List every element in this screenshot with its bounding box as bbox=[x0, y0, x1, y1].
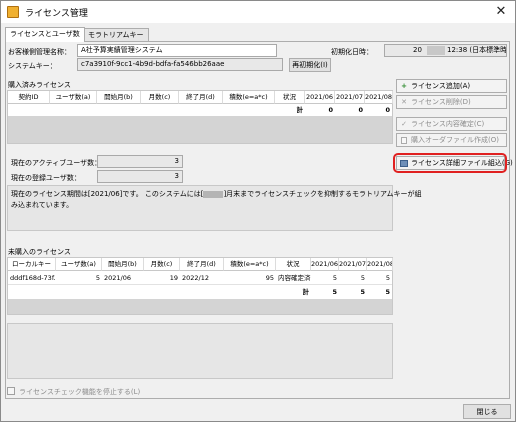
confirm-license-button[interactable]: ✓ ライセンス内容確定(C) bbox=[396, 117, 507, 131]
create-order-file-button[interactable]: 購入オーダファイル作成(O) bbox=[396, 133, 507, 147]
add-license-label: ライセンス追加(A) bbox=[411, 82, 471, 90]
total-label: 計 bbox=[302, 288, 310, 296]
cell-users: 5 bbox=[95, 274, 100, 282]
system-key-label: システムキー： bbox=[8, 62, 57, 70]
grid-header: 終了月(d) bbox=[180, 258, 224, 271]
unpurchased-license-grid[interactable]: ローカルキー ユーザ数(a) 開始月(b) 月数(c) 終了月(d) 積数(e=… bbox=[7, 257, 393, 315]
active-users-field: 3 bbox=[97, 155, 183, 168]
total-cell: 5 bbox=[360, 288, 365, 296]
window-title: ライセンス管理 bbox=[25, 9, 88, 19]
add-license-button[interactable]: + ライセンス追加(A) bbox=[396, 79, 507, 93]
purchased-license-grid[interactable]: 契約ID ユーザ数(a) 開始月(b) 月数(c) 終了月(d) 積数(e=a*… bbox=[7, 90, 393, 144]
grid-header: 開始月(b) bbox=[102, 258, 144, 271]
init-date-field: 20 12:38 (日本標準時) bbox=[384, 44, 507, 57]
delete-license-button[interactable]: ✕ ライセンス削除(D) bbox=[396, 95, 507, 109]
unpurchased-section-label: 未購入のライセンス bbox=[8, 248, 71, 256]
registered-users-label: 現在の登録ユーザ数： bbox=[11, 174, 81, 182]
info-line1-after: ]月末までライセンスチェックを抑制するモラトリアムキーが組 bbox=[223, 190, 422, 198]
grid-header: ユーザ数(a) bbox=[56, 258, 102, 271]
stop-license-check-checkbox[interactable] bbox=[7, 387, 15, 395]
create-order-file-label: 購入オーダファイル作成(O) bbox=[411, 136, 499, 144]
grid-header: 状況 bbox=[276, 258, 311, 271]
grid-header: 2021/08 bbox=[365, 91, 393, 104]
total-row: 計 5 5 5 bbox=[8, 285, 392, 299]
grid-header: 積数(e=a*c) bbox=[224, 258, 276, 271]
grid-header: 月数(c) bbox=[141, 91, 179, 104]
info-text-line1: 現在のライセンス期間は[2021/06]です。 このシステムには[ ]月末までライ… bbox=[11, 189, 422, 199]
cell-month: 5 bbox=[332, 274, 337, 282]
total-cell: 0 bbox=[358, 106, 363, 114]
redacted-block bbox=[203, 190, 224, 198]
info-text-area: 現在のライセンス期間は[2021/06]です。 このシステムには[ ]月末までライ… bbox=[7, 185, 422, 231]
customer-name-label: お客様側管理名称： bbox=[8, 48, 71, 56]
tab-moratorium-key[interactable]: モラトリアムキー bbox=[83, 28, 149, 42]
grid-header: 2021/07 bbox=[335, 91, 365, 104]
cell-months: 19 bbox=[169, 274, 178, 282]
init-date-suffix: 12:38 (日本標準時) bbox=[447, 46, 507, 54]
license-manager-window: ライセンス管理 ✕ ライセンスとユーザ数 モラトリアムキー お客様側管理名称： … bbox=[0, 0, 516, 422]
active-users-label: 現在のアクティブユーザ数： bbox=[11, 159, 102, 167]
plus-icon: + bbox=[401, 82, 407, 90]
close-window-button[interactable]: ✕ bbox=[491, 3, 511, 21]
cell-month: 5 bbox=[360, 274, 365, 282]
grid-header: 月数(c) bbox=[144, 258, 180, 271]
highlight-ring bbox=[393, 153, 507, 173]
confirm-license-label: ライセンス内容確定(C) bbox=[411, 120, 485, 128]
grid-header: 2021/06 bbox=[305, 91, 335, 104]
registered-users-field: 3 bbox=[97, 170, 183, 183]
check-icon: ✓ bbox=[401, 120, 407, 128]
reinit-button[interactable]: 再初期化(I) bbox=[289, 58, 331, 72]
customer-name-input[interactable]: A社予算実績管理システム bbox=[77, 44, 277, 57]
close-button[interactable]: 閉じる bbox=[463, 404, 511, 419]
init-date-label: 初期化日時： bbox=[331, 48, 373, 56]
delete-license-label: ライセンス削除(D) bbox=[411, 98, 471, 106]
purchased-section-label: 購入済みライセンス bbox=[8, 81, 71, 89]
total-cell: 0 bbox=[328, 106, 333, 114]
grid-header: 2021/08 bbox=[367, 258, 393, 271]
tab-license-and-users[interactable]: ライセンスとユーザ数 bbox=[5, 27, 85, 42]
total-cell: 5 bbox=[385, 288, 390, 296]
empty-area bbox=[7, 323, 393, 379]
document-icon bbox=[401, 137, 407, 144]
grid-header: 2021/06 bbox=[311, 258, 339, 271]
cell-month: 5 bbox=[385, 274, 390, 282]
table-row[interactable]: dddf168d-73f... 5 2021/06 19 2022/12 95 … bbox=[8, 271, 392, 285]
info-line1-before: 現在のライセンス期間は[2021/06]です。 このシステムには[ bbox=[11, 190, 204, 198]
cell-local-key: dddf168d-73f... bbox=[10, 274, 56, 282]
grid-header: 開始月(b) bbox=[97, 91, 141, 104]
info-text-line2: み込まれています。 bbox=[11, 201, 74, 209]
title-bar: ライセンス管理 ✕ bbox=[1, 1, 515, 23]
cell-end-month: 2022/12 bbox=[182, 274, 210, 282]
grid-header: 積数(e=a*c) bbox=[223, 91, 275, 104]
init-date-prefix: 20 bbox=[413, 46, 422, 54]
total-cell: 0 bbox=[385, 106, 390, 114]
grid-header: ユーザ数(a) bbox=[50, 91, 97, 104]
redacted-block bbox=[427, 46, 445, 55]
total-row: 計 0 0 0 bbox=[8, 104, 392, 116]
stop-license-check-label: ライセンスチェック機能を停止する(L) bbox=[19, 388, 141, 396]
x-icon: ✕ bbox=[401, 98, 407, 106]
system-key-field: c7a3910f-9cc1-4b9d-bdfa-fa546bb26aae bbox=[77, 58, 283, 71]
total-label: 計 bbox=[296, 106, 304, 114]
cell-status: 内容確定済 bbox=[278, 274, 311, 282]
grid-header: 契約ID bbox=[8, 91, 50, 104]
cell-start-month: 2021/06 bbox=[104, 274, 132, 282]
total-cell: 5 bbox=[332, 288, 337, 296]
cell-product: 95 bbox=[265, 274, 274, 282]
app-key-icon bbox=[7, 6, 19, 18]
grid-header: ローカルキー bbox=[8, 258, 56, 271]
grid-header: 状況 bbox=[275, 91, 305, 104]
grid-header: 終了月(d) bbox=[179, 91, 223, 104]
grid-header: 2021/07 bbox=[339, 258, 367, 271]
